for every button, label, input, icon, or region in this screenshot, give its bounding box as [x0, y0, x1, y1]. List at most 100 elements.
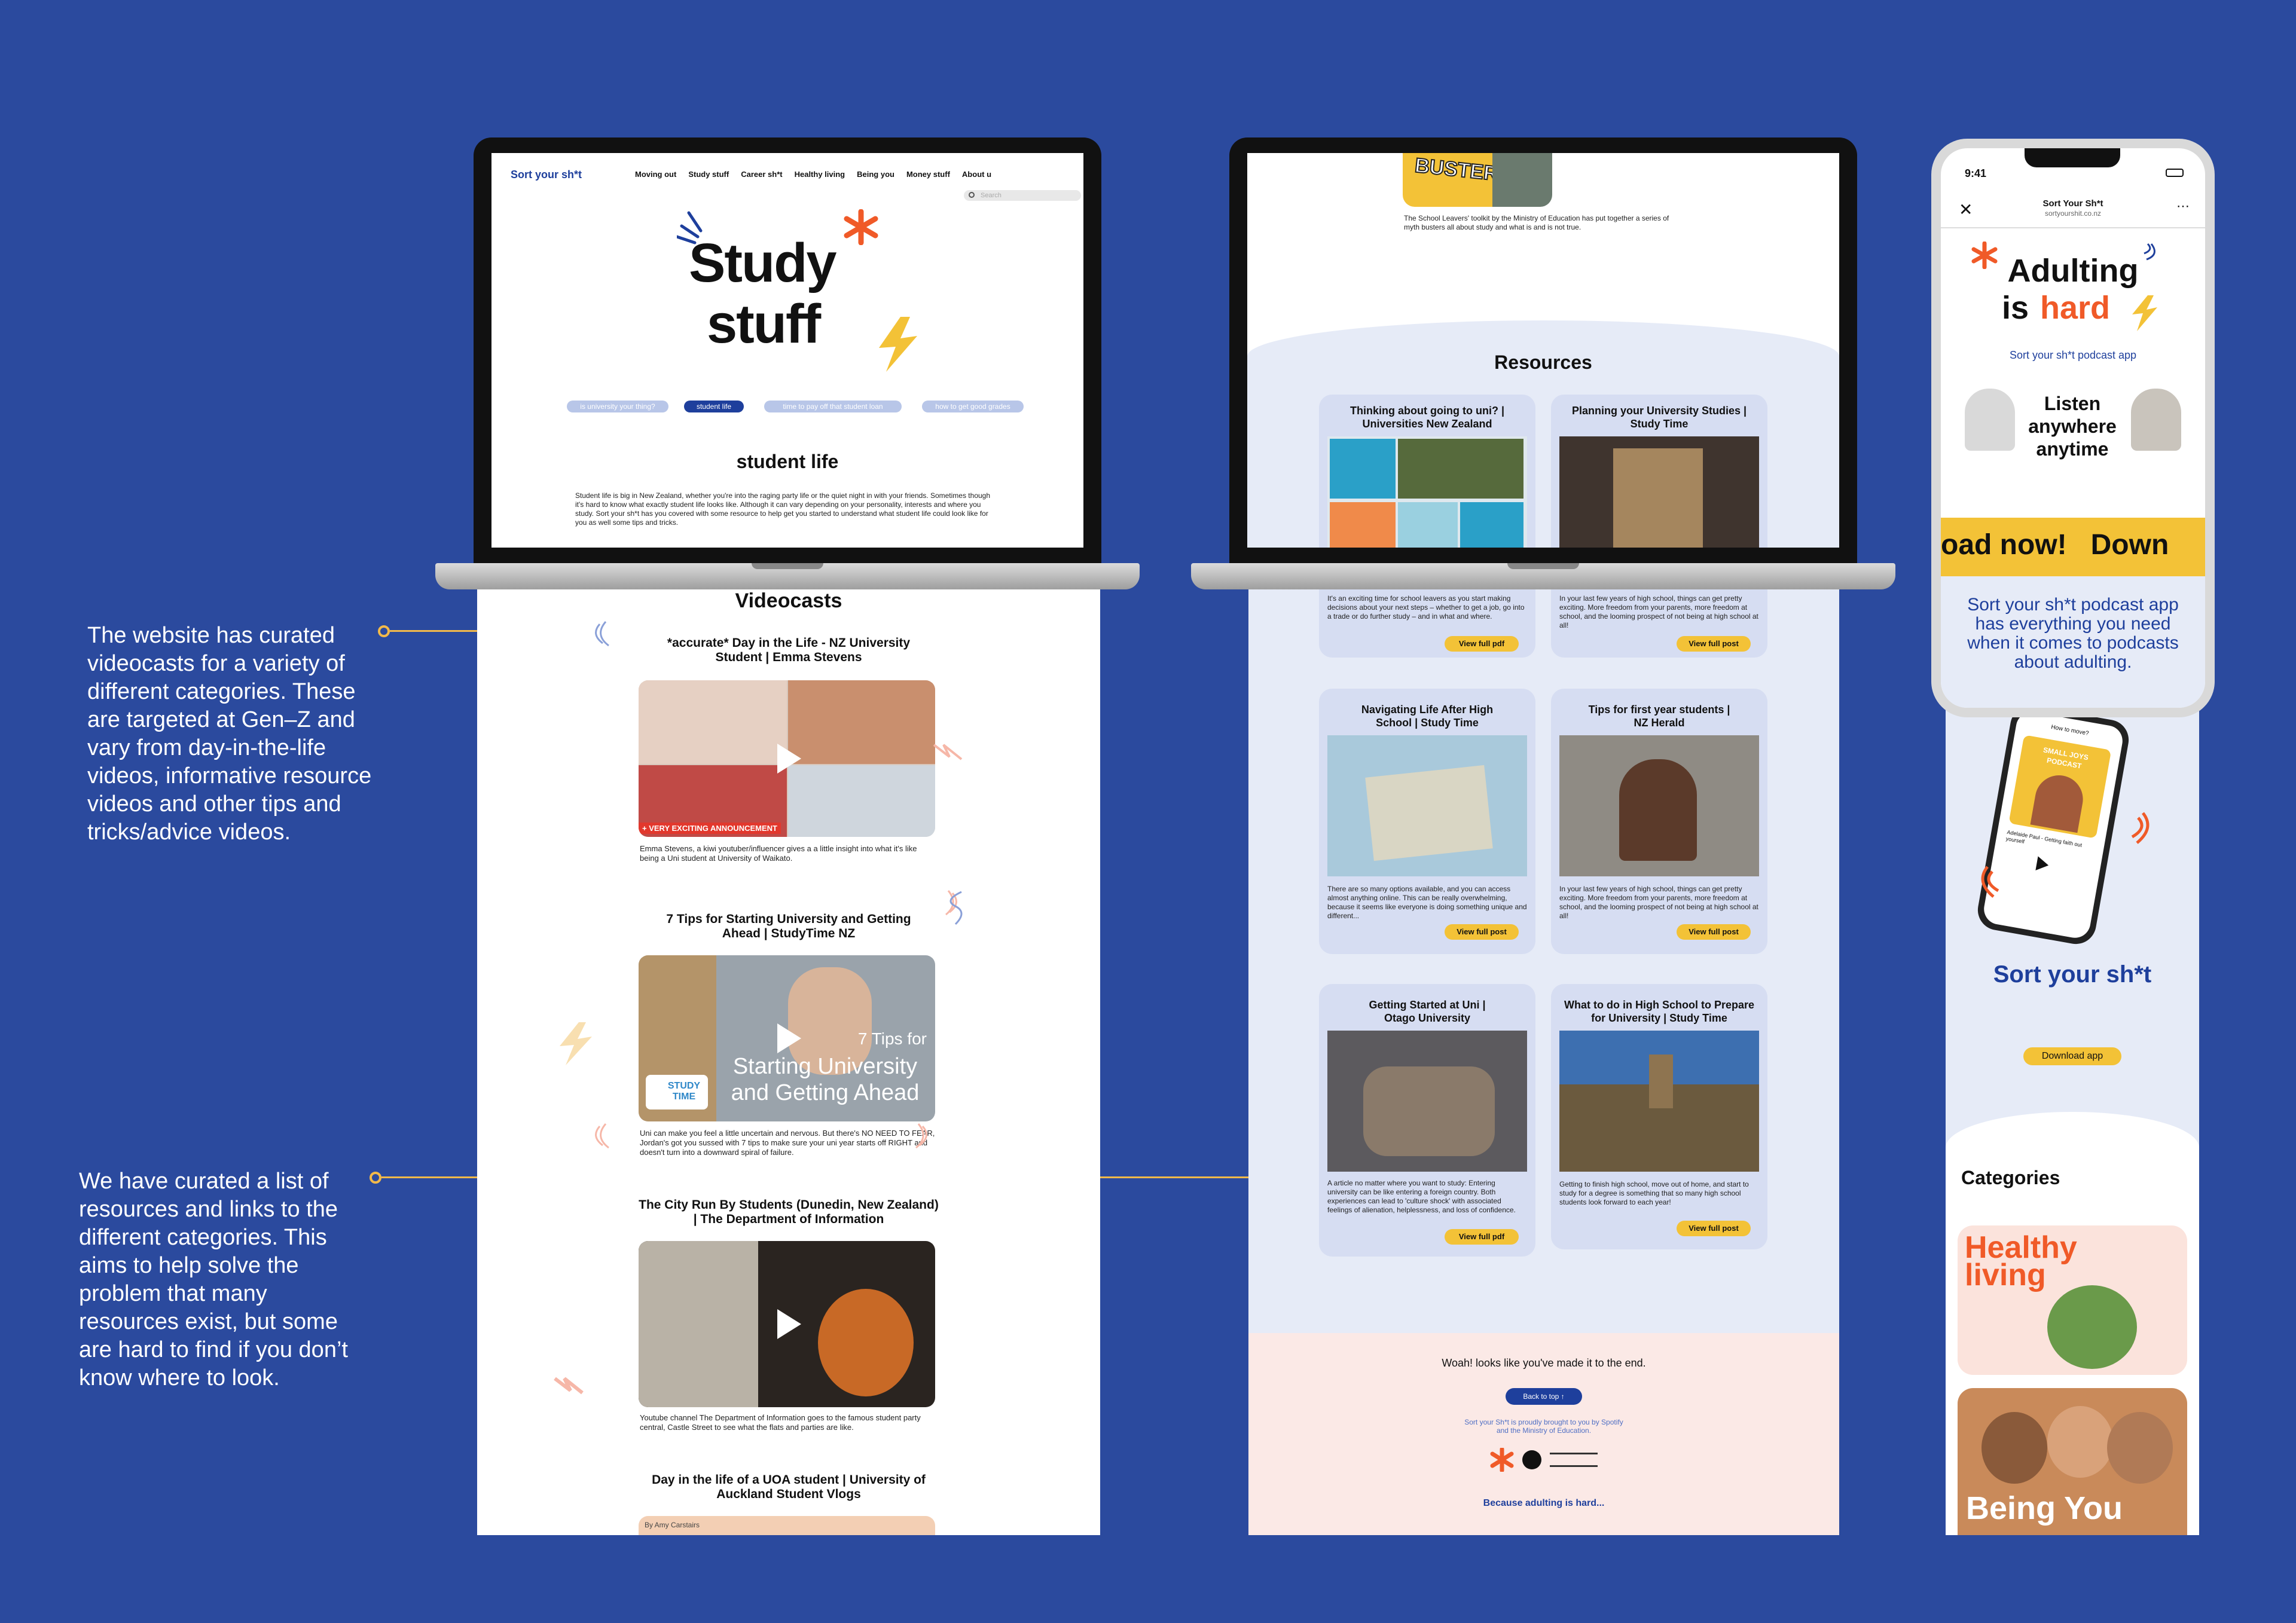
category-label: Healthy living: [1965, 1230, 2077, 1292]
ticker-text: oad now! Down: [1941, 529, 2169, 561]
listen-anywhere-text: Listen anywhere anytime: [2028, 393, 2117, 460]
resource-card[interactable]: Navigating Life After High School | Stud…: [1319, 689, 1535, 954]
resource-card-desc: A article no matter where you want to st…: [1327, 1179, 1516, 1214]
footer-message: Woah! looks like you've made it to the e…: [1442, 1357, 1646, 1369]
video-thumbnail[interactable]: [639, 1241, 935, 1407]
pill-student-loan[interactable]: time to pay off that student loan: [764, 401, 902, 412]
browser-title: Sort Your Sh*t: [2042, 198, 2103, 209]
pill-good-grades[interactable]: how to get good grades: [922, 401, 1024, 412]
laptop-screen-study: Sort your sh*t Moving out Study stuff Ca…: [491, 153, 1083, 548]
mini-phone: How to move? SMALL JOYS PODCAST Adelaide…: [1974, 702, 2132, 947]
video-title: 7 Tips for Starting University and Getti…: [666, 912, 911, 940]
view-post-button[interactable]: View full post: [1677, 1221, 1751, 1236]
resource-card[interactable]: Thinking about going to uni? | Universit…: [1319, 395, 1535, 548]
resource-card-title: Navigating Life After High School | Stud…: [1361, 704, 1494, 729]
resource-card[interactable]: Planning your University Studies | Study…: [1551, 395, 1767, 548]
callout-dot: [370, 1172, 381, 1184]
video-description: Emma Stevens, a kiwi youtuber/influencer…: [640, 844, 917, 863]
asterisk-icon: [844, 209, 878, 245]
phone-notch: [2025, 148, 2120, 167]
mini-play-icon: [2035, 856, 2050, 873]
listener-photo: [2131, 389, 2181, 451]
view-post-button[interactable]: View full post: [1677, 636, 1751, 652]
play-icon: [777, 1023, 801, 1053]
resource-card-desc: Getting to finish high school, move out …: [1559, 1180, 1749, 1206]
video-title: *accurate* Day in the Life - NZ Universi…: [667, 636, 911, 664]
play-icon: [777, 1309, 801, 1339]
mythbusters-caption: The School Leavers' toolkit by the Minis…: [1404, 214, 1669, 231]
section-title: student life: [736, 451, 839, 472]
resources-title: Resources: [1494, 352, 1592, 373]
video-overlay-small: 7 Tips for: [857, 1029, 927, 1048]
nav-healthy-living[interactable]: Healthy living: [795, 170, 845, 179]
listener-photo: [1965, 389, 2015, 451]
search-input[interactable]: Search: [964, 190, 1081, 201]
sound-waves-icon: [1981, 866, 1999, 898]
resources-panel: It's an exciting time for school leavers…: [1248, 589, 1839, 1535]
main-nav: Moving out Study stuff Career sh*t Healt…: [635, 170, 991, 179]
video-overlay-big: Starting University and Getting Ahead: [731, 1054, 920, 1105]
studytime-logo: STUDY TIME: [646, 1075, 708, 1109]
footer-credit: Sort your Sh*t is proudly brought to you…: [1464, 1418, 1623, 1435]
nav-about[interactable]: About u: [962, 170, 991, 179]
phone-screen: 9:41 ✕ Sort Your Sh*t sortyourshit.co.nz…: [1941, 148, 2205, 708]
category-healthy-living[interactable]: Healthy living: [1958, 1225, 2187, 1375]
resource-card[interactable]: Getting Started at Uni | Otago Universit…: [1319, 984, 1535, 1257]
site-footer: Woah! looks like you've made it to the e…: [1248, 1333, 1839, 1535]
video-thumbnail[interactable]: By Amy Carstairs: [639, 1516, 935, 1535]
headline-line2a: is: [2002, 290, 2029, 326]
nav-study-stuff[interactable]: Study stuff: [688, 170, 729, 179]
battery-icon: [2166, 169, 2184, 177]
spotify-icon: [1522, 1450, 1541, 1469]
resource-card-bottom: It's an exciting time for school leavers…: [1319, 589, 1535, 658]
nav-money-stuff[interactable]: Money stuff: [906, 170, 950, 179]
lightning-icon: [554, 1377, 584, 1395]
video-description: Uni can make you feel a little uncertain…: [640, 1129, 935, 1157]
callout-resources: We have curated a list of resources and …: [79, 1169, 348, 1390]
resource-card[interactable]: What to do in High School to Prepare for…: [1551, 984, 1767, 1249]
back-to-top-button[interactable]: Back to top ↑: [1506, 1388, 1582, 1405]
nav-career[interactable]: Career sh*t: [741, 170, 782, 179]
search-icon: [969, 192, 975, 198]
lightning-icon: [560, 1022, 592, 1065]
video-title: The City Run By Students (Dunedin, New Z…: [639, 1198, 939, 1226]
play-icon: [777, 744, 801, 774]
video-thumbnail[interactable]: + VERY EXCITING ANNOUNCEMENT: [639, 680, 935, 837]
resource-card-bottom: In your last few years of high school, t…: [1551, 589, 1767, 658]
laptop-screen-resources: BUSTERS The School Leavers' toolkit by t…: [1247, 153, 1839, 548]
videocasts-title: Videocasts: [735, 589, 842, 612]
lightning-icon: [2132, 295, 2157, 331]
nav-being-you[interactable]: Being you: [857, 170, 894, 179]
pill-student-life[interactable]: student life: [684, 401, 744, 412]
download-app-button[interactable]: Download app: [2023, 1047, 2121, 1065]
view-post-button[interactable]: View full post: [1677, 924, 1751, 940]
pill-university[interactable]: is university your thing?: [567, 401, 668, 412]
nav-moving-out[interactable]: Moving out: [635, 170, 676, 179]
site-logo[interactable]: Sort your sh*t: [511, 169, 582, 181]
view-post-button[interactable]: View full post: [1445, 924, 1519, 940]
resource-card-desc: In your last few years of high school, t…: [1559, 594, 1758, 629]
resource-card-desc: It's an exciting time for school leavers…: [1327, 594, 1525, 621]
status-time: 9:41: [1965, 167, 1987, 179]
resource-card-desc: There are so many options available, and…: [1327, 885, 1527, 920]
hero-title-line2: stuff: [707, 294, 821, 354]
category-being-you[interactable]: Being You: [1958, 1388, 2187, 1535]
headline-line2b: hard: [2040, 290, 2111, 326]
view-pdf-button[interactable]: View full pdf: [1445, 636, 1519, 652]
resource-card[interactable]: Tips for first year students | NZ Herald…: [1551, 689, 1767, 954]
download-ticker: oad now! Down: [1941, 518, 2205, 576]
headline-line1: Adulting: [2007, 253, 2139, 289]
resource-card-title: Getting Started at Uni | Otago Universit…: [1369, 999, 1486, 1024]
view-pdf-button[interactable]: View full pdf: [1445, 1229, 1519, 1245]
video-thumbnail[interactable]: 7 Tips for Starting University and Getti…: [639, 955, 935, 1121]
sound-waves-icon: [915, 1123, 927, 1149]
more-icon[interactable]: ⋯: [2176, 198, 2190, 214]
hero-title-line1: Study: [689, 233, 837, 294]
video-badge: + VERY EXCITING ANNOUNCEMENT: [639, 823, 781, 834]
laptop-base: [1191, 563, 1895, 589]
asterisk-icon: [1490, 1448, 1514, 1472]
video-description: Youtube channel The Department of Inform…: [640, 1413, 921, 1432]
lightning-icon: [879, 317, 917, 372]
resource-card-title: What to do in High School to Prepare for…: [1564, 999, 1754, 1024]
browser-url: sortyourshit.co.nz: [2044, 209, 2102, 218]
